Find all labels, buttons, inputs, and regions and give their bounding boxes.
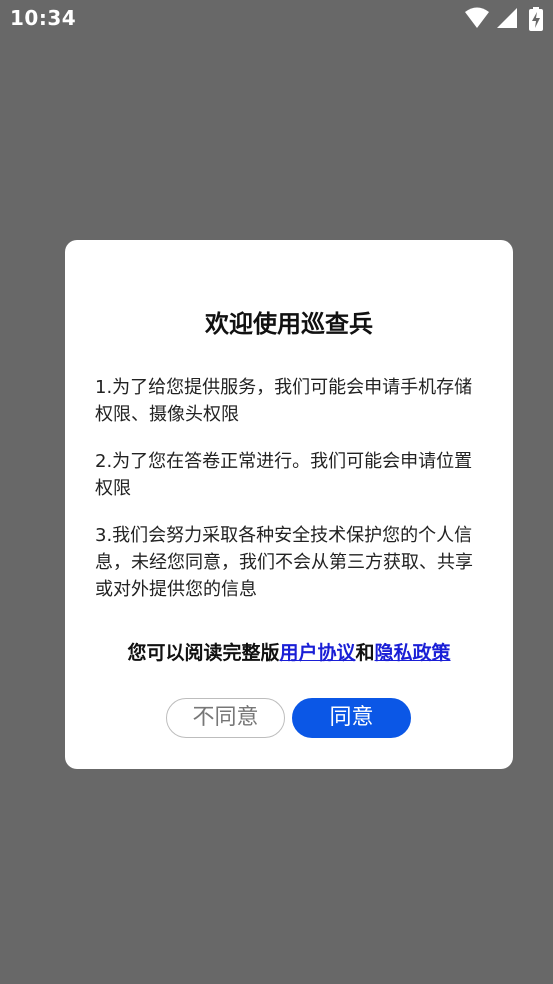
status-time: 10:34 (10, 6, 77, 30)
battery-charging-icon (529, 7, 543, 31)
signal-icon (497, 8, 517, 28)
status-bar: 10:34 (0, 0, 553, 38)
agree-button[interactable]: 同意 (292, 698, 411, 738)
permission-dialog: 欢迎使用巡查兵 1.为了给您提供服务，我们可能会申请手机存储权限、摄像头权限 2… (65, 240, 513, 769)
permission-paragraph-1: 1.为了给您提供服务，我们可能会申请手机存储权限、摄像头权限 (95, 377, 473, 425)
disagree-button[interactable]: 不同意 (166, 698, 285, 738)
dialog-title: 欢迎使用巡查兵 (205, 310, 373, 338)
read-prefix-text: 您可以阅读完整版 (127, 642, 280, 664)
privacy-policy-link[interactable]: 隐私政策 (375, 642, 451, 664)
wifi-icon (465, 7, 489, 28)
permission-paragraph-3: 3.我们会努力采取各种安全技术保护您的个人信息，未经您同意，我们不会从第三方获取… (95, 525, 473, 600)
permission-paragraph-2: 2.为了您在答卷正常进行。我们可能会申请位置权限 (95, 451, 473, 499)
conjunction-text: 和 (355, 642, 375, 664)
user-agreement-link[interactable]: 用户协议 (279, 642, 355, 664)
read-agreement-line: 您可以阅读完整版用户协议和隐私政策 (65, 638, 513, 665)
